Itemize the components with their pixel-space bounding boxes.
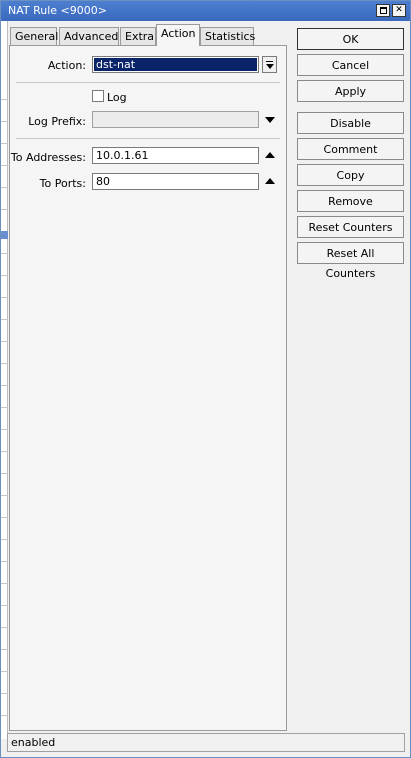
tab-advanced-label: Advanced [64, 30, 119, 43]
dropdown-arrow-icon[interactable] [262, 56, 277, 73]
nat-rule-window: NAT Rule <9000> ✕ General Advanced Extra… [0, 0, 411, 758]
reset-all-counters-button[interactable]: Reset All Counters [297, 242, 404, 280]
to-ports-value: 80 [96, 175, 110, 188]
collapse-down-icon[interactable] [265, 117, 275, 123]
maximize-icon[interactable] [376, 4, 390, 17]
to-ports-field[interactable]: 80 [92, 173, 259, 190]
apply-button[interactable]: Apply [297, 80, 404, 102]
to-addresses-field[interactable]: 10.0.1.61 [92, 147, 259, 164]
tab-action-label: Action [161, 27, 196, 40]
action-select[interactable]: dst-nat [92, 56, 259, 73]
remove-button[interactable]: Remove [297, 190, 404, 212]
comment-button[interactable]: Comment [297, 138, 404, 160]
log-label: Log [107, 91, 127, 104]
to-ports-label: To Ports: [39, 177, 86, 190]
status-text: enabled [11, 736, 56, 749]
to-addresses-label: To Addresses: [10, 151, 86, 164]
tab-extra-label: Extra [125, 30, 155, 43]
tab-statistics-label: Statistics [205, 30, 256, 43]
log-checkbox[interactable] [92, 90, 104, 102]
close-icon[interactable]: ✕ [392, 4, 406, 17]
tab-general[interactable]: General [10, 27, 59, 46]
tab-action[interactable]: Action [156, 24, 200, 46]
tab-advanced[interactable]: Advanced [59, 27, 119, 46]
copy-button[interactable]: Copy [297, 164, 404, 186]
log-prefix-field[interactable] [92, 111, 259, 128]
separator [16, 82, 280, 83]
action-label: Action: [47, 59, 86, 72]
separator [16, 138, 280, 139]
expand-up-icon[interactable] [265, 178, 275, 184]
title-bar[interactable]: NAT Rule <9000> ✕ [1, 1, 410, 21]
expand-up-icon[interactable] [265, 152, 275, 158]
log-prefix-label: Log Prefix: [28, 115, 86, 128]
ok-button[interactable]: OK [297, 28, 404, 50]
tab-general-label: General [15, 30, 59, 43]
reset-counters-button[interactable]: Reset Counters [297, 216, 404, 238]
window-title: NAT Rule <9000> [8, 4, 107, 17]
action-value: dst-nat [94, 58, 257, 71]
disable-button[interactable]: Disable [297, 112, 404, 134]
tab-statistics[interactable]: Statistics [200, 27, 256, 46]
tab-extra[interactable]: Extra [120, 27, 156, 46]
background-list-edge [1, 21, 8, 739]
to-addresses-value: 10.0.1.61 [96, 149, 149, 162]
action-panel: Action: dst-nat Log Log Prefix: To Addre… [9, 45, 287, 731]
cancel-button[interactable]: Cancel [297, 54, 404, 76]
status-bar: enabled [7, 733, 405, 752]
